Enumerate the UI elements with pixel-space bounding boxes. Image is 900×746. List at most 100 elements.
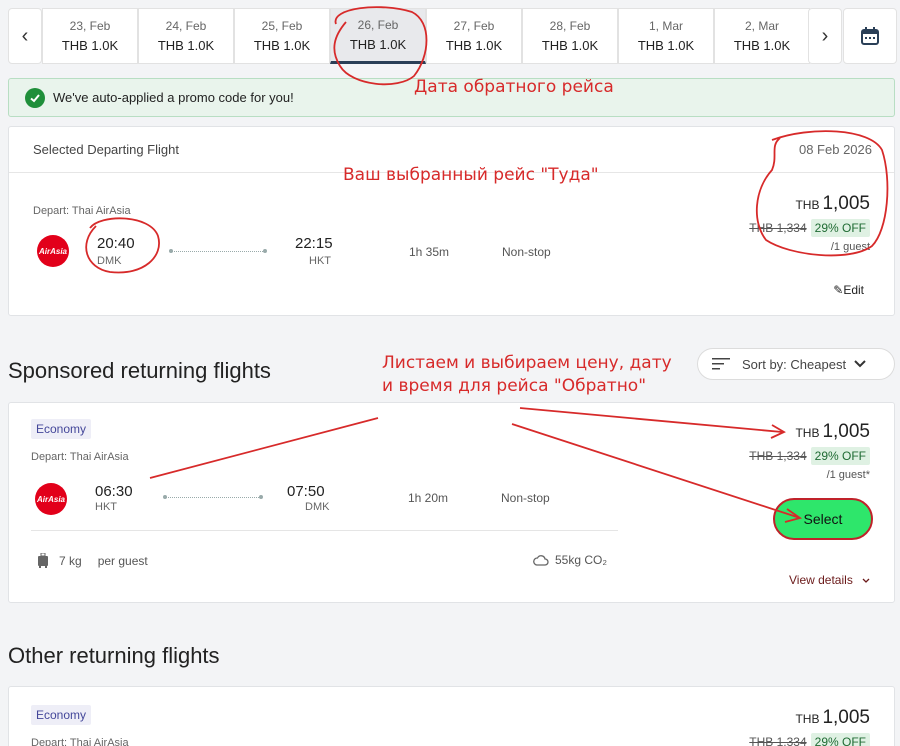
returning-price-block: THB 1,005 THB 1,334 29% OFF /1 guest* (749, 421, 870, 481)
view-details-link[interactable]: View details (789, 573, 870, 587)
sort-value: Cheapest (790, 356, 847, 372)
sort-dropdown[interactable]: Sort by: Cheapest (697, 348, 895, 380)
edit-departing-link[interactable]: ✎Edit (833, 283, 864, 297)
departure-airport: DMK (97, 255, 122, 267)
price-amount: 1,005 (822, 707, 870, 728)
flight-stops: Non-stop (502, 245, 551, 259)
price: THB 1,005 (749, 193, 870, 215)
airline-label: Depart: Thai AirAsia (31, 451, 129, 463)
prev-dates-button[interactable]: ‹ (8, 8, 42, 64)
cabin-class-badge: Economy (31, 419, 92, 439)
other-price-block: THB 1,005 THB 1,334 29% OFF (749, 707, 870, 746)
edit-label: Edit (843, 283, 864, 297)
chevron-right-icon: › (821, 24, 829, 47)
old-price: THB 1,334 (749, 449, 807, 463)
date-tab-price: THB 1.0K (637, 38, 695, 53)
departure-time: 06:30 (95, 483, 133, 500)
promo-text: We've auto-applied a promo code for you! (53, 90, 294, 105)
date-tab[interactable]: 28, Feb THB 1.0K (522, 8, 618, 64)
arrival-airport: HKT (309, 255, 331, 267)
flight-route-line (163, 495, 263, 499)
discount-badge: 29% OFF (810, 219, 870, 237)
date-tab-price: THB 1.0K (733, 38, 791, 53)
cabin-class-badge: Economy (31, 705, 92, 725)
price-currency: THB (795, 712, 820, 726)
date-tab-price: THB 1.0K (157, 38, 215, 53)
co2-value: 55kg CO₂ (555, 553, 608, 567)
discount-badge: 29% OFF (810, 733, 870, 746)
old-price-row: THB 1,334 29% OFF (749, 733, 870, 746)
old-price-row: THB 1,334 29% OFF (749, 447, 870, 465)
date-tab-price: THB 1.0K (61, 38, 119, 53)
flight-stops: Non-stop (501, 491, 550, 505)
chevron-left-icon: ‹ (21, 24, 29, 47)
sort-label: Sort by: (742, 356, 787, 372)
date-strip: ‹ 23, Feb THB 1.0K 24, Feb THB 1.0K 25, … (8, 8, 898, 66)
date-tab-selected[interactable]: 26, Feb THB 1.0K (330, 8, 426, 64)
annotation-return-date: Дата обратного рейса (414, 77, 614, 97)
select-flight-button[interactable]: Select (773, 498, 873, 540)
calendar-button[interactable] (843, 8, 897, 64)
baggage-weight: 7 kg (59, 554, 82, 568)
date-tab-date: 1, Mar (648, 19, 683, 33)
chevron-down-icon (854, 360, 866, 368)
date-tab[interactable]: 24, Feb THB 1.0K (138, 8, 234, 64)
flight-route-line (169, 249, 267, 253)
departing-date: 08 Feb 2026 (798, 142, 872, 157)
date-tab-date: 28, Feb (549, 19, 591, 33)
flight-duration: 1h 20m (408, 491, 449, 505)
date-tab[interactable]: 25, Feb THB 1.0K (234, 8, 330, 64)
per-guest-label: /1 guest (830, 241, 870, 253)
departing-card-title: Selected Departing Flight (33, 142, 179, 157)
annotation-selected-flight: Ваш выбранный рейс "Туда" (343, 165, 599, 185)
discount-badge: 29% OFF (810, 447, 870, 465)
price-currency: THB (795, 426, 820, 440)
date-tab[interactable]: 2, Mar THB 1.0K (714, 8, 810, 64)
arrival-airport: DMK (305, 501, 330, 513)
date-tab[interactable]: 1, Mar THB 1.0K (618, 8, 714, 64)
date-tab[interactable]: 27, Feb THB 1.0K (426, 8, 522, 64)
check-circle-icon (25, 87, 45, 108)
card-divider (31, 530, 618, 531)
price-currency: THB (795, 198, 820, 212)
co2-info: 55kg CO₂ (533, 553, 607, 567)
pencil-icon: ✎ (833, 283, 844, 297)
cloud-icon (533, 555, 549, 566)
airline-label: Depart: Thai AirAsia (33, 205, 131, 217)
airasia-logo: AirAsia (35, 483, 67, 515)
date-tab[interactable]: 23, Feb THB 1.0K (42, 8, 138, 64)
select-label: Select (803, 511, 843, 527)
airasia-logo: AirAsia (37, 235, 69, 267)
view-details-label: View details (789, 573, 853, 587)
date-tab-price: THB 1.0K (445, 38, 503, 53)
price-amount: 1,005 (822, 421, 870, 442)
old-price: THB 1,334 (749, 221, 807, 235)
luggage-icon (38, 553, 48, 568)
per-guest-label: /1 guest* (826, 469, 870, 481)
date-tab-date: 27, Feb (453, 19, 495, 33)
departure-time: 20:40 (97, 235, 135, 252)
date-tab-date: 23, Feb (69, 19, 111, 33)
arrival-time: 07:50 (287, 483, 325, 500)
baggage-info: 7 kg per guest (37, 553, 148, 569)
date-tab-date: 2, Mar (744, 19, 779, 33)
baggage-per-guest: per guest (97, 554, 148, 568)
calendar-icon (861, 27, 879, 45)
arrival-time: 22:15 (295, 235, 333, 252)
sponsored-section-title: Sponsored returning flights (8, 358, 271, 383)
date-tab-date: 24, Feb (165, 19, 207, 33)
flight-duration: 1h 35m (409, 245, 450, 259)
next-dates-button[interactable]: › (808, 8, 842, 64)
returning-flight-card: Economy Depart: Thai AirAsia AirAsia 06:… (8, 402, 895, 603)
date-tab-price: THB 1.0K (253, 38, 311, 53)
price-amount: 1,005 (822, 193, 870, 214)
date-tab-date: 26, Feb (357, 18, 399, 32)
airline-label: Depart: Thai AirAsia (31, 737, 129, 746)
departing-price-block: THB 1,005 THB 1,334 29% OFF /1 guest (749, 193, 870, 253)
price: THB 1,005 (749, 707, 870, 729)
selected-departing-flight-card: Selected Departing Flight 08 Feb 2026 De… (8, 126, 895, 316)
date-tab-price: THB 1.0K (541, 38, 599, 53)
other-section-title: Other returning flights (8, 643, 220, 668)
date-tab-date: 25, Feb (261, 19, 303, 33)
old-price: THB 1,334 (749, 735, 807, 746)
